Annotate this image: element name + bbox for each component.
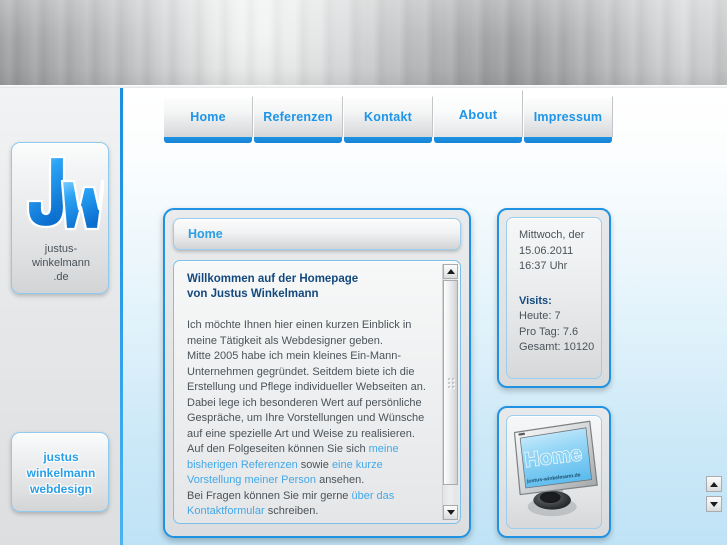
- p3-text-middle: sowie: [297, 458, 332, 471]
- scrollbar-grip-icon: [447, 376, 455, 389]
- panel-title-bar: Home: [173, 218, 461, 250]
- article-paragraph-4: Bei Fragen können Sie mir gerne über das…: [187, 489, 430, 520]
- brand-line-3: webdesign: [29, 481, 92, 496]
- nav-tab-home[interactable]: Home: [163, 96, 253, 143]
- page-root: justus justus- winkelmann .de justus win…: [0, 0, 727, 545]
- brand-badge-text: justus winkelmann webdesign: [12, 433, 110, 513]
- time-line: 16:37 Uhr: [519, 260, 568, 272]
- nav-tab-impressum[interactable]: Impressum: [523, 96, 613, 143]
- visits-per-day: Pro Tag: 7.6: [519, 325, 579, 338]
- main-navigation: Home Referenzen Kontakt About Impressum: [163, 90, 613, 143]
- media-widget-card: Home justus-winkelmann.de: [506, 415, 602, 529]
- article-scroll-up-button[interactable]: [443, 264, 458, 279]
- visits-label: Visits:: [519, 294, 552, 307]
- monitor-illustration: Home justus-winkelmann.de: [507, 416, 601, 528]
- site-logo-box[interactable]: justus justus- winkelmann .de: [11, 142, 109, 294]
- nav-tab-about-label: About: [458, 106, 498, 122]
- info-widget-text: Mittwoch, der 15.06.2011 16:37 Uhr Visit…: [507, 218, 601, 356]
- p4-text-before: Bei Fragen können Sie mir gerne: [187, 489, 352, 502]
- article-scrollbar[interactable]: [442, 264, 458, 520]
- header-banner: [0, 0, 727, 88]
- article-scrollbar-thumb[interactable]: [443, 280, 458, 485]
- content-top-highlight: [123, 88, 727, 89]
- page-scroll-up-arrow-icon: [710, 481, 718, 487]
- p4-text-after: schreiben.: [264, 505, 319, 517]
- page-scroll-down-button[interactable]: [706, 496, 722, 512]
- date-line-1: Mittwoch, der: [519, 229, 585, 241]
- visits-today: Heute: 7: [519, 310, 561, 322]
- page-scroll-down-arrow-icon: [710, 501, 718, 507]
- content-area: Home Referenzen Kontakt About Impressum …: [123, 88, 727, 545]
- nav-tab-referenzen[interactable]: Referenzen: [253, 96, 343, 143]
- nav-tab-about[interactable]: About: [433, 90, 523, 143]
- jw-logo-icon: justus: [12, 151, 110, 247]
- p3-text-after: ansehen.: [316, 474, 365, 486]
- nav-tab-kontakt[interactable]: Kontakt: [343, 96, 433, 143]
- nav-tab-home-label: Home: [190, 110, 226, 124]
- brand-line-1: justus: [43, 449, 79, 464]
- visits-total: Gesamt: 10120: [519, 341, 595, 353]
- page-scroll-up-button[interactable]: [706, 476, 722, 492]
- article-paragraph-2: Mitte 2005 habe ich mein kleines Ein-Man…: [187, 350, 426, 440]
- info-widget-card: Mittwoch, der 15.06.2011 16:37 Uhr Visit…: [506, 217, 602, 379]
- header-sheen: [0, 0, 727, 88]
- article-container: Willkommen auf der Homepage von Justus W…: [173, 260, 461, 524]
- info-widget-box: Mittwoch, der 15.06.2011 16:37 Uhr Visit…: [497, 208, 611, 388]
- nav-tab-impressum-label: Impressum: [533, 110, 603, 124]
- p3-text-before: Auf den Folgeseiten können Sie sich: [187, 443, 369, 455]
- logo-caption-line2: winkelmann: [31, 257, 91, 269]
- scroll-down-arrow-icon: [446, 510, 455, 515]
- article-heading-line1: Willkommen auf der Homepage: [187, 273, 359, 285]
- monitor-icon: Home justus-winkelmann.de: [513, 420, 598, 517]
- svg-text:justus: justus: [54, 194, 64, 219]
- main-content-panel: Home Willkommen auf der Homepage von Jus…: [163, 208, 471, 538]
- article-heading-line2: von Justus Winkelmann: [187, 288, 319, 300]
- article-paragraph-3: Auf den Folgeseiten können Sie sich mein…: [187, 442, 430, 489]
- article-scroll-down-button[interactable]: [443, 505, 458, 520]
- article-paragraph-1: Ich möchte Ihnen hier einen kurzen Einbl…: [187, 319, 412, 347]
- date-line-2: 15.06.2011: [519, 244, 574, 257]
- page-scrollbar[interactable]: [706, 214, 722, 536]
- panel-title: Home: [188, 227, 223, 241]
- brand-line-2: winkelmann: [26, 465, 96, 480]
- nav-tab-referenzen-label: Referenzen: [263, 110, 333, 124]
- brand-badge-box[interactable]: justus winkelmann webdesign: [11, 432, 109, 512]
- logo-caption-line3: .de: [53, 271, 69, 283]
- nav-tab-kontakt-label: Kontakt: [364, 110, 412, 124]
- scroll-up-arrow-icon: [446, 269, 455, 274]
- article-heading: Willkommen auf der Homepage von Justus W…: [187, 272, 430, 302]
- logo-caption-line1: justus-: [44, 243, 78, 255]
- media-widget-box[interactable]: Home justus-winkelmann.de: [497, 406, 611, 538]
- article-text: Willkommen auf der Homepage von Justus W…: [174, 261, 460, 523]
- logo-caption: justus- winkelmann .de: [12, 242, 110, 284]
